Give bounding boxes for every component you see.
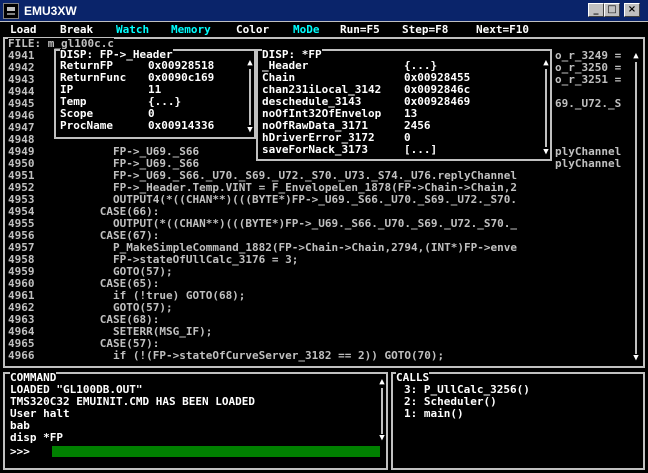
scroll-up-icon[interactable]: ▲ <box>542 59 550 68</box>
minimize-icon: _ <box>593 4 599 15</box>
scroll-down-icon[interactable]: ▼ <box>542 148 550 157</box>
fp-watch-popup[interactable]: DISP: *FP _Header {...} Chain 0x00928455 cha… <box>256 49 552 161</box>
watch-key: ProcName <box>60 119 113 132</box>
menu-load[interactable]: Load <box>10 24 37 36</box>
source-line-fragment: o_r_3251 = <box>555 73 622 86</box>
maximize-button[interactable]: □ <box>604 3 620 17</box>
menu-step[interactable]: Step=F8 <box>402 24 448 36</box>
header-popup-scrollbar[interactable]: ▲ ▼ <box>246 59 254 135</box>
command-input[interactable] <box>52 446 380 457</box>
watch-key: saveForNack_3173 <box>262 143 368 156</box>
close-button[interactable]: × <box>624 3 640 17</box>
source-line-fragment: plyChannel <box>555 157 622 170</box>
scroll-up-icon[interactable]: ▲ <box>378 378 386 387</box>
source-line[interactable]: 4966 if (!(FP->stateOfCurveServer_3182 =… <box>8 350 444 362</box>
scroll-down-icon[interactable]: ▼ <box>246 126 254 135</box>
menu-break[interactable]: Break <box>60 24 93 36</box>
call-function: main() <box>423 407 464 420</box>
menu-run[interactable]: Run=F5 <box>340 24 380 36</box>
command-prompt: >>> <box>10 445 30 458</box>
scroll-down-icon[interactable]: ▼ <box>632 354 640 363</box>
menu-color[interactable]: Color <box>236 24 269 36</box>
app-icon[interactable] <box>3 3 19 19</box>
menu-bar: Load Break Watch Memory Color MoDe Run=F… <box>0 23 648 37</box>
watch-value[interactable]: [...] <box>404 144 437 156</box>
line-code: if (!(FP->stateOfCurveServer_3182 == 2))… <box>60 349 445 362</box>
call-stack-item[interactable]: 1: main() <box>404 408 464 420</box>
fp-popup-scrollbar[interactable]: ▲ ▼ <box>542 59 550 157</box>
watch-value[interactable]: 0x00914336 <box>148 120 214 132</box>
menu-memory[interactable]: Memory <box>171 24 211 36</box>
close-icon: × <box>627 4 637 15</box>
line-number: 4966 <box>8 349 35 362</box>
call-depth: 1: <box>404 407 418 420</box>
minimize-button[interactable]: _ <box>588 3 604 17</box>
source-line-fragment: 69._U72._S <box>555 97 622 110</box>
title-bar[interactable]: EMU3XW _ □ × <box>0 0 648 22</box>
source-scrollbar[interactable]: ▲ ▼ <box>632 52 640 364</box>
menu-watch[interactable]: Watch <box>116 24 149 36</box>
scroll-up-icon[interactable]: ▲ <box>632 52 640 61</box>
menu-mode[interactable]: MoDe <box>293 24 320 36</box>
header-watch-popup[interactable]: DISP: FP->_Header ReturnFP 0x00928518 Retu… <box>54 49 256 139</box>
window-title: EMU3XW <box>24 4 77 18</box>
scroll-up-icon[interactable]: ▲ <box>246 59 254 68</box>
command-scrollbar[interactable]: ▲ ▼ <box>378 378 386 444</box>
maximize-icon: □ <box>607 4 617 15</box>
scroll-down-icon[interactable]: ▼ <box>378 434 386 443</box>
command-output-line: disp *FP <box>10 431 63 444</box>
menu-next[interactable]: Next=F10 <box>476 24 529 36</box>
